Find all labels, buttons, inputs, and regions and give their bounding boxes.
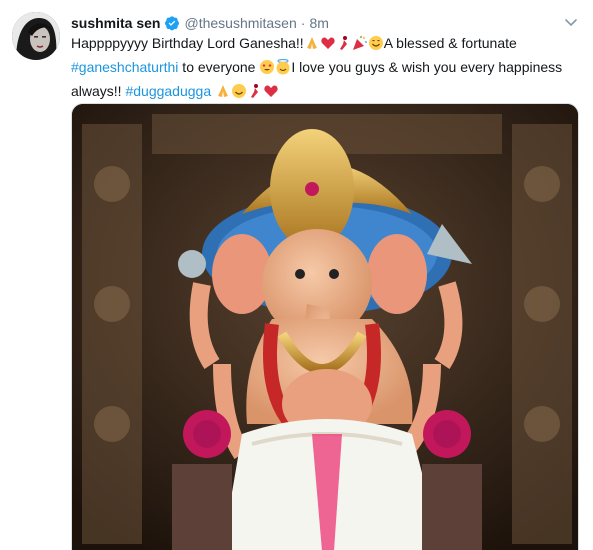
tweet-header: sushmita sen @thesushmitasen · 8m (71, 13, 593, 33)
hashtag-link-duggadugga[interactable]: #duggadugga (125, 83, 211, 99)
woman-dancing-emoji-icon (247, 83, 263, 105)
verified-badge-icon (165, 16, 180, 31)
display-name[interactable]: sushmita sen (71, 15, 160, 31)
separator-dot: · (300, 15, 306, 31)
avatar-image (12, 12, 60, 60)
smiling-face-emoji-icon (231, 83, 247, 105)
chevron-down-icon[interactable] (563, 14, 579, 30)
timestamp[interactable]: 8m (309, 15, 328, 31)
party-popper-emoji-icon (352, 35, 368, 57)
red-heart-emoji-icon (320, 35, 336, 57)
user-handle[interactable]: @thesushmitasen (184, 15, 296, 31)
smiling-face-emoji-icon (368, 35, 384, 57)
hashtag-link-ganeshchaturthi[interactable]: #ganeshchaturthi (71, 59, 178, 75)
avatar[interactable] (12, 12, 60, 60)
tweet-photo[interactable] (71, 103, 579, 550)
heart-eyes-emoji-icon (259, 59, 275, 81)
tweet-text-part-1: Happppyyyy Birthday Lord Ganesha!! (71, 35, 304, 51)
tweet-text-part-2: A blessed & fortunate (383, 35, 517, 51)
smiling-halo-emoji-icon (275, 58, 291, 81)
tweet-text: Happppyyyy Birthday Lord Ganesha!! A bles… (71, 33, 576, 105)
tweet[interactable]: sushmita sen @thesushmitasen · 8m Happpp… (0, 0, 593, 550)
tweet-text-part-3: to everyone (178, 59, 260, 75)
red-heart-emoji-icon (263, 83, 279, 105)
ganesha-idol-image (72, 104, 578, 550)
woman-dancing-emoji-icon (336, 35, 352, 57)
folded-hands-emoji-icon (304, 35, 320, 57)
folded-hands-emoji-icon (215, 83, 231, 105)
